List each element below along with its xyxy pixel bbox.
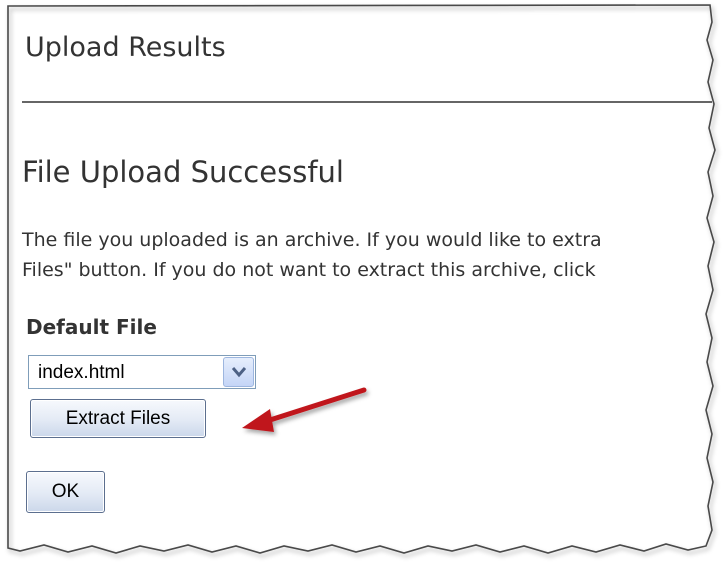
default-file-label: Default File <box>26 315 157 339</box>
red-arrow-pointer-icon <box>242 387 367 432</box>
extract-files-button[interactable]: Extract Files <box>30 399 206 438</box>
ok-button[interactable]: OK <box>26 471 105 513</box>
default-file-selected-value: index.html <box>38 362 125 383</box>
page-title: Upload Results <box>25 32 226 63</box>
archive-message-line: The file you uploaded is an archive. If … <box>22 229 602 251</box>
default-file-select[interactable]: index.html <box>28 355 256 389</box>
title-divider <box>22 101 712 103</box>
success-heading: File Upload Successful <box>22 155 344 189</box>
archive-message: The file you uploaded is an archive. If … <box>22 225 602 285</box>
screenshot-stage: Upload Results File Upload Successful Th… <box>0 0 724 571</box>
archive-message-line: Files" button. If you do not want to ext… <box>22 259 596 281</box>
upload-results-panel: Upload Results File Upload Successful Th… <box>8 6 712 546</box>
